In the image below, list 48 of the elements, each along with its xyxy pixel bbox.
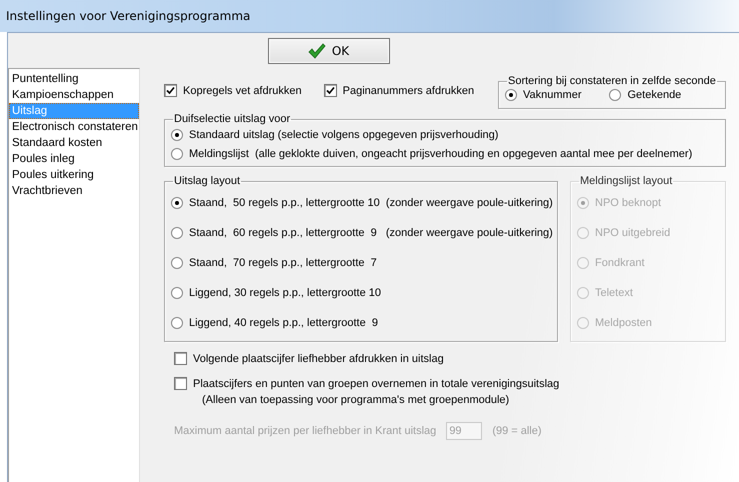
option-label: NPO uitgebreid: [595, 227, 670, 239]
option-label: Staand, 50 regels p.p., lettergrootte 10 (zonder weergave poule-uitkering): [189, 197, 553, 209]
option-label: Meldposten: [595, 317, 652, 329]
hint-text: (99 = alle): [492, 425, 542, 437]
radio-button[interactable]: [505, 89, 517, 101]
option-label: Meldingslijst (alle geklokte duiven, ongeacht prijsverhouding en opgegeven aantal mee per deelnemer): [189, 148, 692, 160]
category-item[interactable]: Poules inleg: [9, 151, 139, 167]
option-label: Fondkrant: [595, 257, 645, 269]
group-title: Duifselectie uitslag voor: [173, 113, 292, 125]
category-item[interactable]: Vrachtbrieven: [9, 183, 139, 199]
radio-button[interactable]: [171, 287, 183, 299]
ok-button[interactable]: OK: [268, 38, 390, 64]
radio-button[interactable]: [171, 197, 183, 209]
option-label: Getekende: [627, 89, 682, 101]
option-label: Staand, 60 regels p.p., lettergrootte 9 (zonder weergave poule-uitkering): [189, 227, 553, 239]
note-text: (Alleen van toepassing voor programma's met groepenmodule): [202, 394, 510, 406]
radio-button[interactable]: [171, 129, 183, 141]
checkbox[interactable]: [164, 84, 177, 97]
checkbox[interactable]: [174, 377, 187, 390]
window-title: Instellingen voor Verenigingsprogramma: [6, 9, 250, 23]
option-label: Teletext: [595, 287, 633, 299]
checkbox[interactable]: [324, 84, 337, 97]
radio-button[interactable]: [171, 257, 183, 269]
option-label: Liggend, 30 regels p.p., lettergrootte 10: [189, 287, 382, 299]
option-label: Standaard uitslag (selectie volgens opgegeven prijsverhouding): [189, 129, 498, 141]
option-label: Volgende plaatscijfer liefhebber afdrukken in uitslag: [193, 352, 444, 364]
checkbox[interactable]: [174, 352, 187, 365]
radio-button[interactable]: [171, 148, 183, 160]
option-label: Staand, 70 regels p.p., lettergrootte 7: [189, 257, 377, 269]
option-label: Paginanummers afdrukken: [342, 84, 474, 96]
option-label: Kopregels vet afdrukken: [183, 84, 302, 96]
category-item[interactable]: Puntentelling: [9, 71, 139, 87]
radio-button[interactable]: [609, 89, 622, 101]
category-item[interactable]: Electronisch constateren: [9, 119, 139, 135]
option-label: Liggend, 40 regels p.p., lettergrootte 9: [189, 317, 378, 329]
option-label: NPO beknopt: [595, 197, 662, 209]
checkmark-icon: [308, 42, 326, 58]
option-label: Vaknummer: [523, 89, 582, 101]
group-title: Uitslag layout: [173, 175, 242, 187]
radio-button[interactable]: [171, 227, 183, 239]
category-item[interactable]: Kampioenschappen: [9, 87, 139, 103]
radio-button[interactable]: [171, 317, 183, 329]
field-label: Maximum aantal prijzen per liefhebber in Krant uitslag: [174, 425, 436, 437]
category-item[interactable]: Poules uitkering: [9, 167, 139, 183]
option-label: Plaatscijfers en punten van groepen overnemen in totale verenigingsuitslag: [193, 378, 560, 390]
category-item[interactable]: Standaard kosten: [9, 135, 139, 151]
group-title: Sortering bij constateren in zelfde seconde: [507, 75, 717, 87]
group-title: Meldingslijst layout: [579, 175, 674, 187]
